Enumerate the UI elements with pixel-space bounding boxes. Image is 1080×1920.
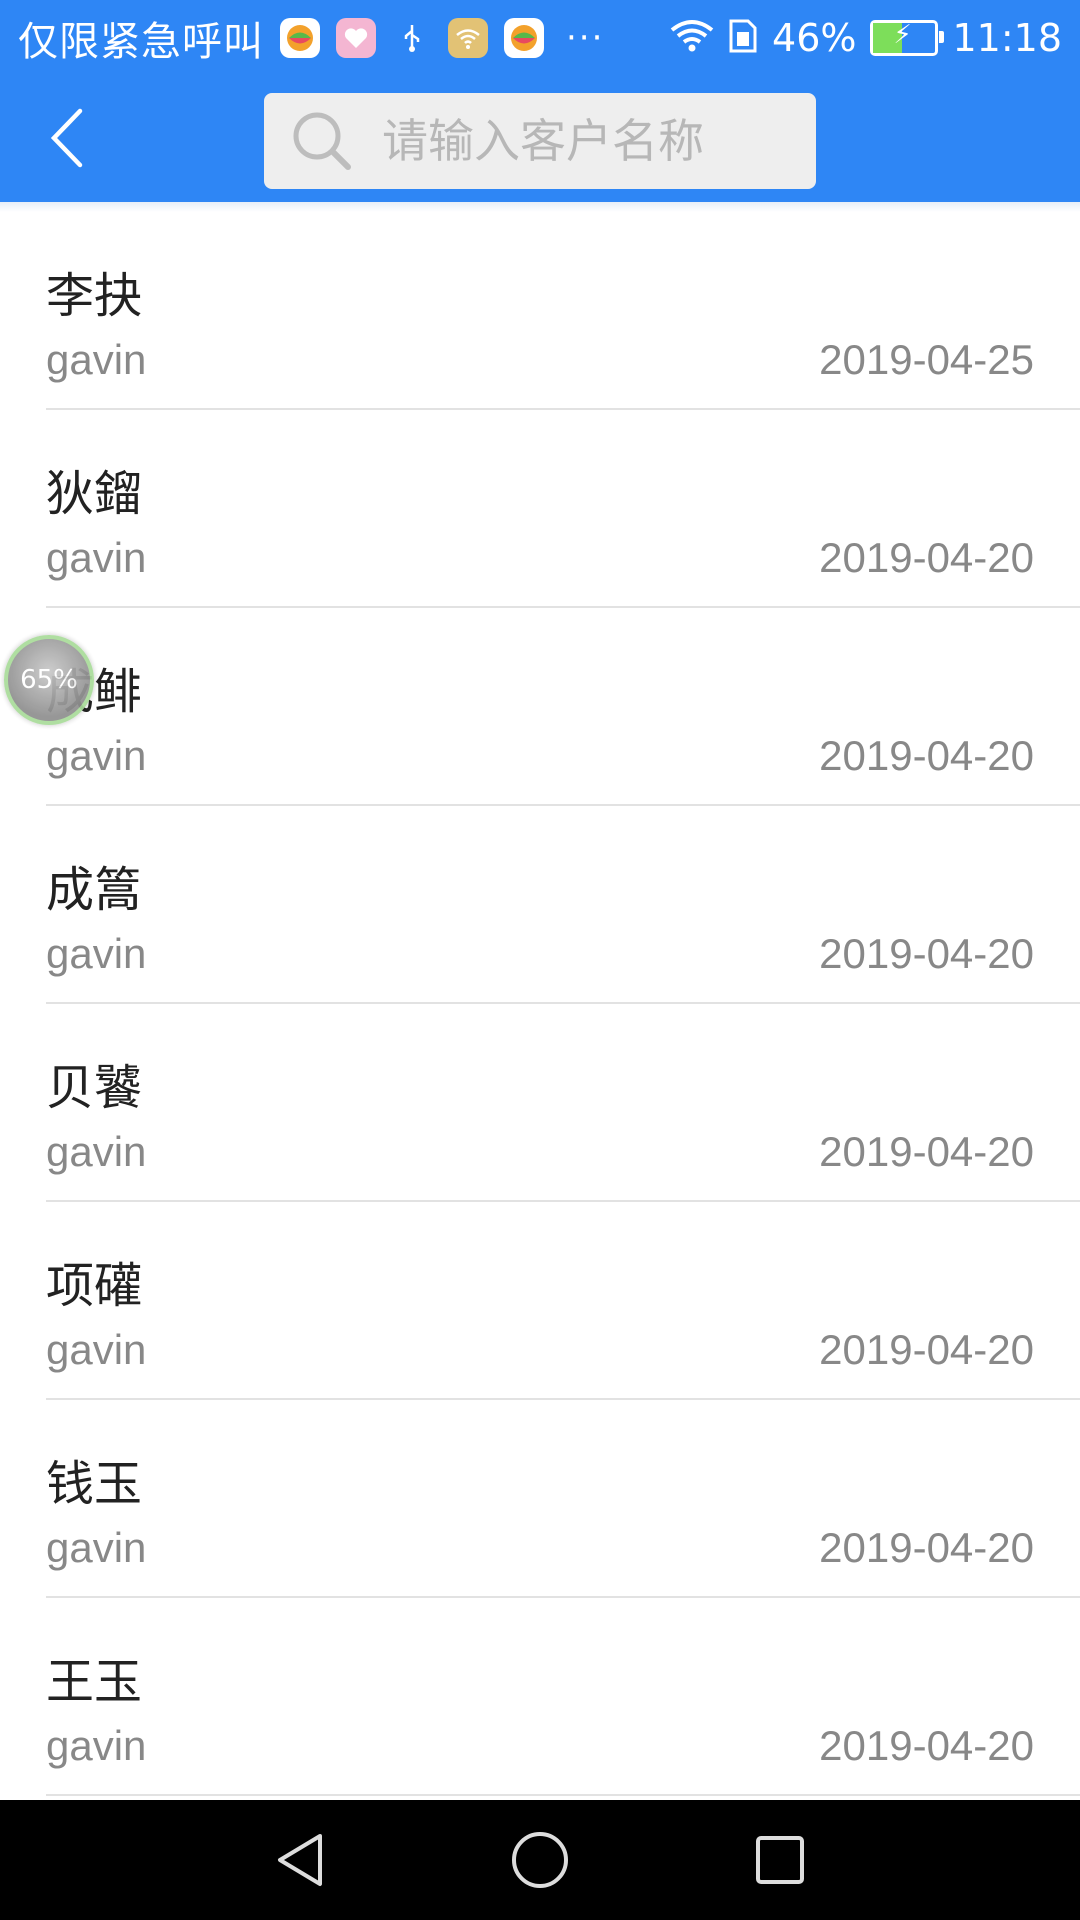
triangle-back-icon — [278, 1834, 322, 1886]
customer-owner: gavin — [46, 1326, 147, 1373]
customer-name: 项礶 — [46, 1258, 143, 1314]
chevron-left-icon — [50, 108, 83, 168]
wifi-icon — [670, 19, 714, 57]
nav-back-button[interactable] — [270, 1830, 330, 1890]
list-item[interactable]: 钱玉 gavin 2019-04-20 — [0, 1400, 1080, 1598]
app-ball-icon — [504, 18, 544, 58]
battery-icon: ⚡ — [870, 20, 945, 56]
customer-date: 2019-04-20 — [819, 1326, 1034, 1373]
floating-ball[interactable]: 65% — [4, 635, 94, 725]
list-item[interactable]: 王玉 gavin 2019-04-20 — [0, 1598, 1080, 1796]
customer-owner: gavin — [46, 1524, 147, 1571]
sim-icon — [728, 18, 758, 58]
customer-date: 2019-04-20 — [819, 1722, 1034, 1769]
square-recents-icon — [756, 1836, 804, 1884]
navigation-bar — [0, 1800, 1080, 1920]
list-item[interactable]: 贝饕 gavin 2019-04-20 — [0, 1004, 1080, 1202]
search-icon — [290, 109, 354, 173]
circle-home-icon — [512, 1832, 568, 1888]
customer-date: 2019-04-20 — [819, 732, 1034, 779]
customer-owner: gavin — [46, 336, 147, 383]
wifi-hotspot-icon — [448, 18, 488, 58]
list-item[interactable]: 成篙 gavin 2019-04-20 — [0, 806, 1080, 1004]
carrier-text: 仅限紧急呼叫 — [18, 19, 264, 65]
customer-date: 2019-04-25 — [819, 336, 1034, 383]
customer-date: 2019-04-20 — [819, 1128, 1034, 1175]
search-box[interactable] — [264, 93, 824, 189]
customer-date: 2019-04-20 — [819, 1524, 1034, 1571]
customer-name: 狄鎦 — [46, 466, 143, 522]
search-input[interactable] — [380, 113, 824, 169]
back-button[interactable] — [36, 106, 100, 170]
status-bar: 仅限紧急呼叫 ··· 46% ⚡ 11:18 — [0, 0, 1080, 76]
customer-owner: gavin — [46, 732, 147, 779]
status-left: 仅限紧急呼叫 ··· — [18, 0, 604, 76]
customer-owner: gavin — [46, 1128, 147, 1175]
customer-owner: gavin — [46, 1722, 147, 1769]
floating-ball-label: 65% — [20, 665, 78, 695]
customer-name: 钱玉 — [46, 1456, 143, 1512]
charging-bolt-icon: ⚡ — [893, 20, 912, 50]
clock: 11:18 — [952, 16, 1062, 60]
customer-name: 王玉 — [46, 1654, 143, 1710]
heart-icon — [336, 18, 376, 58]
more-notifications: ··· — [566, 18, 605, 58]
customer-name: 李抉 — [46, 268, 143, 324]
battery-percent: 46% — [772, 16, 857, 60]
app-bar — [0, 76, 1080, 202]
divider — [46, 1794, 1080, 1796]
status-right: 46% ⚡ 11:18 — [670, 0, 1062, 76]
list-item[interactable]: 李抉 gavin 2019-04-25 — [0, 212, 1080, 410]
customer-owner: gavin — [46, 534, 147, 581]
nav-recents-button[interactable] — [750, 1830, 810, 1890]
list-item[interactable]: 项礶 gavin 2019-04-20 — [0, 1202, 1080, 1400]
app-ball-icon — [280, 18, 320, 58]
customer-owner: gavin — [46, 930, 147, 977]
usb-icon — [392, 18, 432, 58]
customer-name: 成篙 — [46, 862, 143, 918]
customer-date: 2019-04-20 — [819, 534, 1034, 581]
list-item[interactable]: 成鲱 gavin 2019-04-20 — [0, 608, 1080, 806]
list-item[interactable]: 狄鎦 gavin 2019-04-20 — [0, 410, 1080, 608]
customer-list[interactable]: 李抉 gavin 2019-04-25 狄鎦 gavin 2019-04-20 成鲱 gavi… — [0, 212, 1080, 1796]
nav-home-button[interactable] — [510, 1830, 570, 1890]
customer-date: 2019-04-20 — [819, 930, 1034, 977]
customer-name: 贝饕 — [46, 1060, 143, 1116]
app-bar-shadow — [0, 202, 1080, 212]
